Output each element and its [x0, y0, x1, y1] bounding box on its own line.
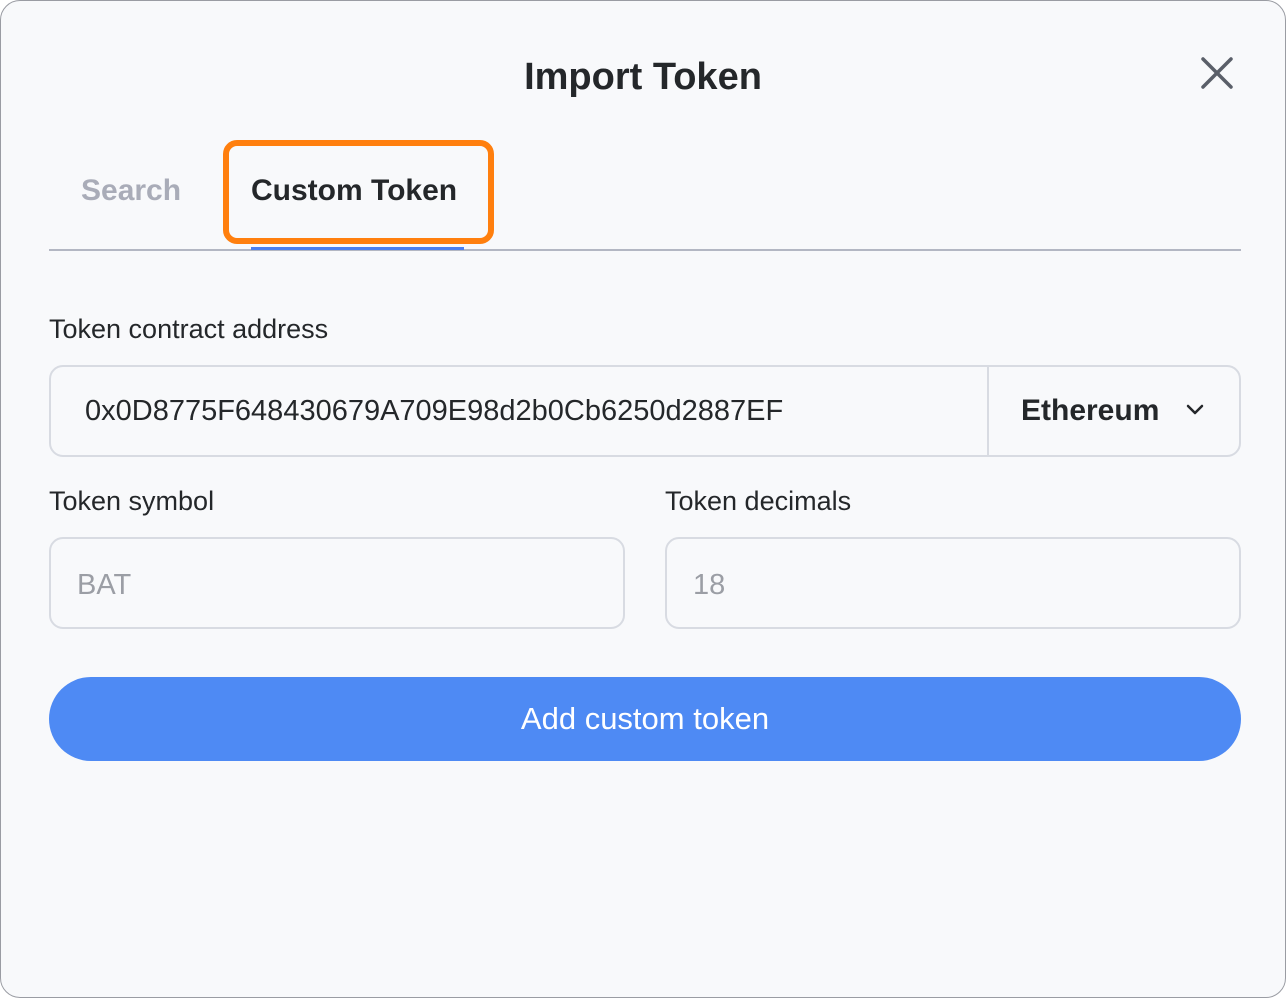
tab-search[interactable]: Search: [81, 171, 181, 211]
tab-custom-token[interactable]: Custom Token: [251, 171, 457, 211]
close-icon: [1201, 57, 1233, 89]
address-label: Token contract address: [49, 314, 329, 344]
token-decimals-value: 18: [693, 569, 726, 601]
add-custom-token-button[interactable]: Add custom token: [49, 677, 1241, 761]
decimals-label: Token decimals: [665, 486, 852, 516]
close-button[interactable]: [1195, 51, 1239, 95]
tab-bar: Search Custom Token: [49, 151, 1241, 251]
network-label: Ethereum: [1021, 394, 1160, 427]
network-select[interactable]: Ethereum: [987, 367, 1241, 455]
chevron-down-icon: [1186, 404, 1204, 415]
dialog-title: Import Token: [524, 56, 762, 98]
token-address-input[interactable]: 0x0D8775F648430679A709E98d2b0Cb6250d2887…: [49, 365, 1241, 457]
token-decimals-input[interactable]: 18: [665, 537, 1241, 629]
token-symbol-input[interactable]: BAT: [49, 537, 625, 629]
token-address-value: 0x0D8775F648430679A709E98d2b0Cb6250d2887…: [85, 395, 784, 427]
token-symbol-value: BAT: [77, 569, 132, 601]
active-tab-indicator: [251, 247, 464, 250]
symbol-label: Token symbol: [49, 486, 215, 516]
import-token-dialog: Import Token Search Custom Token Token c…: [0, 0, 1286, 998]
